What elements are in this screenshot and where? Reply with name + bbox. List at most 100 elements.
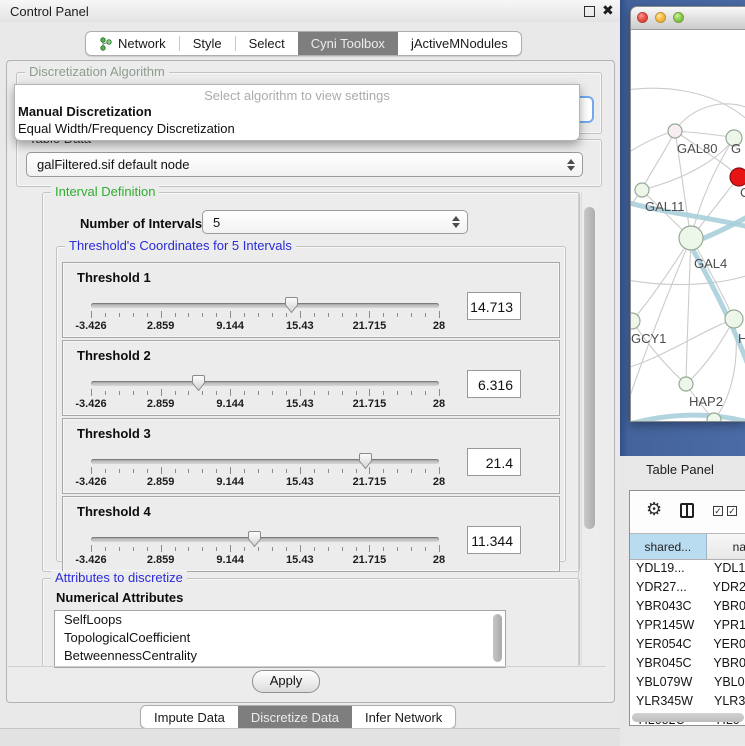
table-data-combobox[interactable]: galFiltered.sif default node bbox=[26, 152, 583, 177]
tab-discretize-data[interactable]: Discretize Data bbox=[238, 706, 352, 728]
tab-cyni-toolbox[interactable]: Cyni Toolbox bbox=[298, 32, 398, 55]
threshold-value-field[interactable]: 6.316 bbox=[467, 370, 521, 398]
threshold-slider-track[interactable] bbox=[91, 459, 439, 464]
stepper-arrows-icon bbox=[567, 159, 575, 171]
main-scrollbar[interactable] bbox=[581, 192, 598, 665]
slider-tick bbox=[147, 547, 148, 551]
slider-tick-label: -3.426 bbox=[75, 554, 106, 566]
slider-tick bbox=[300, 389, 301, 396]
slider-tick bbox=[216, 313, 217, 317]
list-scrollbar[interactable] bbox=[493, 614, 502, 662]
table-row[interactable]: YER054CYER0 bbox=[630, 635, 745, 654]
network-node-gal11[interactable]: GAL11 bbox=[635, 183, 685, 214]
attributes-group-label: Attributes to discretize bbox=[51, 571, 187, 585]
algorithm-dropdown-popup: Select algorithm to view settings Manual… bbox=[14, 84, 580, 141]
slider-tick bbox=[314, 547, 315, 551]
threshold-slider-track[interactable] bbox=[91, 537, 439, 542]
table-row[interactable]: YBL079WYBL0 bbox=[630, 673, 745, 692]
threshold-slider-thumb[interactable] bbox=[358, 452, 373, 475]
slider-tick bbox=[397, 469, 398, 473]
slider-tick bbox=[119, 469, 120, 473]
apply-separator bbox=[8, 666, 606, 667]
threshold-slider-thumb[interactable] bbox=[191, 374, 206, 397]
number-of-intervals-combobox[interactable]: 5 bbox=[202, 210, 468, 234]
number-of-intervals-label: Number of Intervals bbox=[80, 216, 202, 231]
network-window-titlebar[interactable] bbox=[631, 7, 745, 30]
slider-tick bbox=[147, 313, 148, 317]
table-row[interactable]: YLR345WYLR3 bbox=[630, 692, 745, 711]
network-node-c[interactable]: C bbox=[730, 168, 745, 200]
close-icon[interactable]: ✖ bbox=[602, 2, 614, 19]
slider-tick-label: 21.715 bbox=[353, 476, 387, 488]
main-scrollbar-thumb[interactable] bbox=[584, 207, 595, 529]
table-header-row: shared... na bbox=[630, 533, 745, 560]
slider-tick bbox=[397, 313, 398, 317]
bottom-tabs: Impute DataDiscretize DataInfer Network bbox=[140, 705, 456, 729]
threshold-value-field[interactable]: 11.344 bbox=[467, 526, 521, 554]
slider-tick bbox=[147, 391, 148, 395]
network-canvas[interactable]: GAL80GCGAL11GAL4GCY1HHAP2 bbox=[631, 29, 745, 421]
close-traffic-light-icon[interactable] bbox=[637, 12, 648, 23]
tab-jactivemnodules[interactable]: jActiveMNodules bbox=[398, 32, 521, 55]
numerical-attributes-list[interactable]: SelfLoopsTopologicalCoefficientBetweenne… bbox=[54, 610, 506, 668]
apply-button[interactable]: Apply bbox=[252, 670, 320, 693]
dropdown-option-equal-width[interactable]: Equal Width/Frequency Discretization bbox=[18, 121, 235, 136]
table-row[interactable]: YDR27...YDR2 bbox=[630, 578, 745, 597]
slider-tick bbox=[230, 389, 231, 396]
tab-network[interactable]: Network bbox=[86, 32, 179, 55]
attribute-list-item[interactable]: SelfLoops bbox=[55, 611, 505, 629]
network-node-gal80[interactable]: GAL80 bbox=[668, 124, 717, 156]
slider-tick bbox=[314, 391, 315, 395]
tab-infer-network[interactable]: Infer Network bbox=[352, 706, 455, 728]
float-window-icon[interactable] bbox=[584, 6, 595, 17]
tab-select[interactable]: Select bbox=[236, 32, 298, 55]
cell-name: YBR0 bbox=[708, 654, 745, 673]
slider-tick-label: -3.426 bbox=[75, 476, 106, 488]
slider-tick bbox=[216, 469, 217, 473]
slider-tick bbox=[175, 313, 176, 317]
column-header-shared[interactable]: shared... bbox=[630, 534, 707, 559]
network-node[interactable] bbox=[707, 413, 721, 421]
tab-impute-data[interactable]: Impute Data bbox=[141, 706, 238, 728]
slider-tick bbox=[230, 311, 231, 318]
attribute-list-item[interactable]: BetweennessCentrality bbox=[55, 647, 505, 665]
network-node-g[interactable]: G bbox=[726, 130, 742, 156]
network-node-gcy1[interactable]: GCY1 bbox=[631, 313, 666, 346]
slider-tick bbox=[314, 313, 315, 317]
zoom-traffic-light-icon[interactable] bbox=[673, 12, 684, 23]
slider-tick-label: 21.715 bbox=[353, 320, 387, 332]
threshold-slider-track[interactable] bbox=[91, 381, 439, 386]
checkbox-icon[interactable]: ✓ bbox=[713, 506, 723, 516]
minimize-traffic-light-icon[interactable] bbox=[655, 12, 666, 23]
column-header-name[interactable]: na bbox=[707, 534, 745, 559]
slider-tick bbox=[328, 547, 329, 551]
stepper-arrows-icon bbox=[452, 216, 460, 228]
table-row[interactable]: YPR145WYPR1 bbox=[630, 616, 745, 635]
network-node-hap2[interactable]: HAP2 bbox=[679, 377, 723, 409]
slider-tick bbox=[258, 391, 259, 395]
slider-tick-label: 21.715 bbox=[353, 554, 387, 566]
threshold-value-field[interactable]: 21.4 bbox=[467, 448, 521, 476]
slider-tick-label: 15.43 bbox=[286, 320, 314, 332]
attribute-list-item[interactable]: TopologicalCoefficient bbox=[55, 629, 505, 647]
network-edge bbox=[632, 238, 691, 321]
threshold-slider-track[interactable] bbox=[91, 303, 439, 308]
slider-tick bbox=[216, 547, 217, 551]
split-column-icon[interactable] bbox=[680, 503, 694, 518]
table-row[interactable]: YBR045CYBR0 bbox=[630, 654, 745, 673]
threshold-slider-thumb[interactable] bbox=[247, 530, 262, 553]
slider-tick bbox=[133, 313, 134, 317]
table-hscrollbar[interactable] bbox=[632, 713, 744, 722]
gear-icon[interactable]: ⚙ bbox=[646, 499, 662, 520]
slider-tick bbox=[161, 545, 162, 552]
table-row[interactable]: YDL19...YDL1 bbox=[630, 559, 745, 578]
table-row[interactable]: YBR043CYBR0 bbox=[630, 597, 745, 616]
network-node-h[interactable]: H bbox=[725, 310, 745, 346]
dropdown-option-manual[interactable]: Manual Discretization bbox=[18, 104, 152, 119]
threshold-slider-thumb[interactable] bbox=[284, 296, 299, 319]
tab-style[interactable]: Style bbox=[180, 32, 235, 55]
slider-tick-label: 28 bbox=[433, 398, 445, 410]
threshold-value-field[interactable]: 14.713 bbox=[467, 292, 521, 320]
slider-tick bbox=[258, 313, 259, 317]
checkbox-icon[interactable]: ✓ bbox=[727, 506, 737, 516]
